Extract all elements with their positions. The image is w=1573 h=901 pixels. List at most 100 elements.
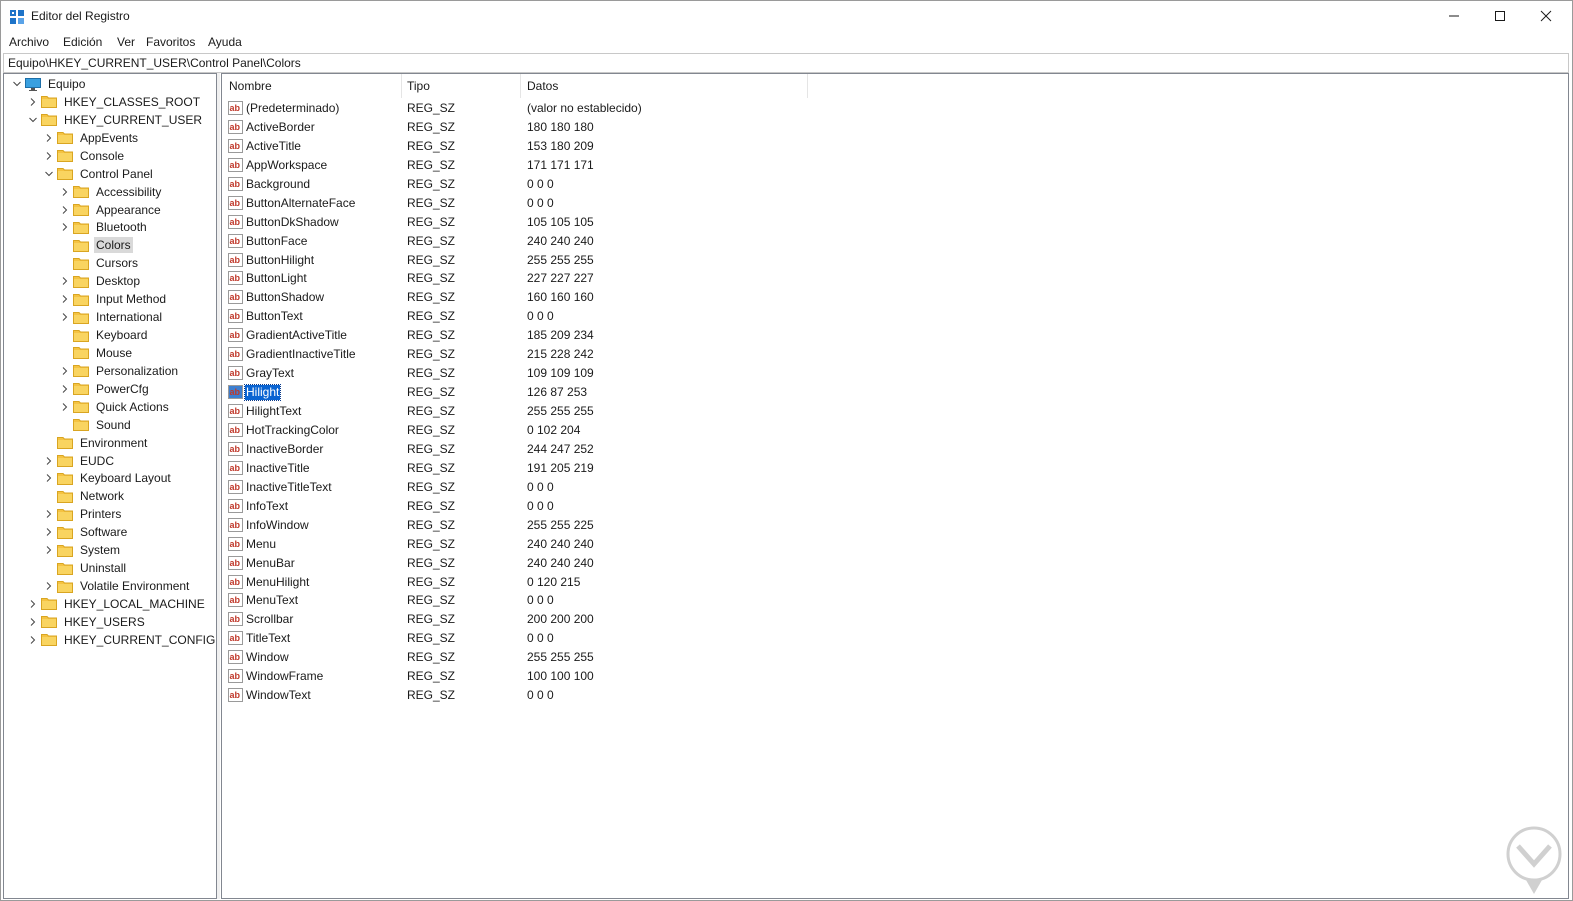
tree-item-colors[interactable]: Colors bbox=[60, 236, 133, 254]
tree-expander[interactable] bbox=[44, 541, 54, 559]
column-divider[interactable] bbox=[520, 74, 521, 98]
tree-item-sound[interactable]: Sound bbox=[60, 416, 133, 434]
maximize-button[interactable] bbox=[1477, 1, 1523, 31]
tree-item-bluetooth[interactable]: Bluetooth bbox=[60, 218, 149, 236]
tree-item-uninstall[interactable]: Uninstall bbox=[44, 559, 128, 577]
tree-expander[interactable] bbox=[60, 290, 70, 308]
tree-item-powercfg[interactable]: PowerCfg bbox=[60, 380, 151, 398]
tree-item-input-method[interactable]: Input Method bbox=[60, 290, 168, 308]
tree-item-hkey-users[interactable]: HKEY_USERS bbox=[28, 613, 147, 631]
tree-item-equipo[interactable]: Equipo bbox=[12, 75, 87, 93]
value-row[interactable]: ab MenuBar REG_SZ 240 240 240 bbox=[222, 554, 1022, 573]
menu-ver[interactable]: Ver bbox=[117, 35, 135, 49]
address-bar[interactable]: Equipo\HKEY_CURRENT_USER\Control Panel\C… bbox=[3, 53, 1569, 73]
tree-expander[interactable] bbox=[60, 380, 70, 398]
value-row[interactable]: ab InactiveBorder REG_SZ 244 247 252 bbox=[222, 440, 1022, 459]
value-row[interactable]: ab (Predeterminado) REG_SZ (valor no establ… bbox=[222, 99, 1022, 118]
value-row[interactable]: ab AppWorkspace REG_SZ 171 171 171 bbox=[222, 156, 1022, 175]
column-divider[interactable] bbox=[807, 74, 808, 98]
tree-expander[interactable] bbox=[28, 631, 38, 649]
tree-item-international[interactable]: International bbox=[60, 308, 164, 326]
value-row[interactable]: ab ButtonShadow REG_SZ 160 160 160 bbox=[222, 288, 1022, 307]
tree-item-mouse[interactable]: Mouse bbox=[60, 344, 134, 362]
tree-expander[interactable] bbox=[44, 469, 54, 487]
menu-archivo[interactable]: Archivo bbox=[9, 35, 49, 49]
value-row[interactable]: ab Background REG_SZ 0 0 0 bbox=[222, 175, 1022, 194]
tree-expander[interactable] bbox=[28, 111, 38, 129]
tree-expander[interactable] bbox=[28, 595, 38, 613]
value-row[interactable]: ab GrayText REG_SZ 109 109 109 bbox=[222, 364, 1022, 383]
tree-expander[interactable] bbox=[60, 201, 70, 219]
tree-expander[interactable] bbox=[60, 183, 70, 201]
tree-expander[interactable] bbox=[44, 165, 54, 183]
value-row[interactable]: ab MenuHilight REG_SZ 0 120 215 bbox=[222, 573, 1022, 592]
value-row[interactable]: ab InactiveTitleText REG_SZ 0 0 0 bbox=[222, 478, 1022, 497]
tree-expander[interactable] bbox=[60, 272, 70, 290]
minimize-button[interactable] bbox=[1431, 1, 1477, 31]
tree-item-control-panel[interactable]: Control Panel bbox=[44, 165, 155, 183]
tree-item-volatile-environment[interactable]: Volatile Environment bbox=[44, 577, 191, 595]
value-row[interactable]: ab ButtonLight REG_SZ 227 227 227 bbox=[222, 269, 1022, 288]
tree-expander[interactable] bbox=[60, 308, 70, 326]
tree-item-system[interactable]: System bbox=[44, 541, 122, 559]
value-row[interactable]: ab InactiveTitle REG_SZ 191 205 219 bbox=[222, 459, 1022, 478]
value-row[interactable]: ab ButtonDkShadow REG_SZ 105 105 105 bbox=[222, 213, 1022, 232]
value-row[interactable]: ab HotTrackingColor REG_SZ 0 102 204 bbox=[222, 421, 1022, 440]
values-list-pane[interactable]: Nombre Tipo Datos ab (Predeterminado) REG_… bbox=[221, 73, 1569, 899]
value-row[interactable]: ab ActiveBorder REG_SZ 180 180 180 bbox=[222, 118, 1022, 137]
tree-item-hkey-current-user[interactable]: HKEY_CURRENT_USER bbox=[28, 111, 204, 129]
value-row[interactable]: ab ButtonHilight REG_SZ 255 255 255 bbox=[222, 251, 1022, 270]
tree-item-printers[interactable]: Printers bbox=[44, 505, 123, 523]
value-row[interactable]: ab ButtonFace REG_SZ 240 240 240 bbox=[222, 232, 1022, 251]
column-header-type[interactable]: Tipo bbox=[407, 74, 430, 98]
value-row[interactable]: ab GradientActiveTitle REG_SZ 185 209 234 bbox=[222, 326, 1022, 345]
title-bar[interactable]: Editor del Registro bbox=[1, 1, 1572, 32]
value-row[interactable]: ab MenuText REG_SZ 0 0 0 bbox=[222, 591, 1022, 610]
tree-expander[interactable] bbox=[28, 613, 38, 631]
tree-item-hkey-classes-root[interactable]: HKEY_CLASSES_ROOT bbox=[28, 93, 202, 111]
column-header-data[interactable]: Datos bbox=[527, 74, 558, 98]
tree-item-software[interactable]: Software bbox=[44, 523, 129, 541]
tree-expander[interactable] bbox=[44, 129, 54, 147]
tree-item-quick-actions[interactable]: Quick Actions bbox=[60, 398, 171, 416]
value-row[interactable]: ab Hilight REG_SZ 126 87 253 bbox=[222, 383, 1022, 402]
tree-item-accessibility[interactable]: Accessibility bbox=[60, 183, 163, 201]
tree-expander[interactable] bbox=[28, 93, 38, 111]
tree-item-eudc[interactable]: EUDC bbox=[44, 452, 116, 470]
value-row[interactable]: ab Scrollbar REG_SZ 200 200 200 bbox=[222, 610, 1022, 629]
value-row[interactable]: ab ButtonText REG_SZ 0 0 0 bbox=[222, 307, 1022, 326]
value-row[interactable]: ab ActiveTitle REG_SZ 153 180 209 bbox=[222, 137, 1022, 156]
tree-expander[interactable] bbox=[44, 505, 54, 523]
tree-item-keyboard[interactable]: Keyboard bbox=[60, 326, 149, 344]
value-row[interactable]: ab ButtonAlternateFace REG_SZ 0 0 0 bbox=[222, 194, 1022, 213]
value-row[interactable]: ab Window REG_SZ 255 255 255 bbox=[222, 648, 1022, 667]
tree-item-desktop[interactable]: Desktop bbox=[60, 272, 142, 290]
tree-item-appearance[interactable]: Appearance bbox=[60, 201, 163, 219]
tree-expander[interactable] bbox=[12, 75, 22, 93]
tree-item-environment[interactable]: Environment bbox=[44, 434, 149, 452]
pane-splitter[interactable] bbox=[217, 73, 220, 899]
tree-item-cursors[interactable]: Cursors bbox=[60, 254, 140, 272]
tree-expander[interactable] bbox=[44, 452, 54, 470]
tree-item-hkey-local-machine[interactable]: HKEY_LOCAL_MACHINE bbox=[28, 595, 207, 613]
value-row[interactable]: ab InfoWindow REG_SZ 255 255 225 bbox=[222, 516, 1022, 535]
tree-item-network[interactable]: Network bbox=[44, 487, 126, 505]
menu-edicion[interactable]: Edición bbox=[63, 35, 102, 49]
tree-expander[interactable] bbox=[44, 577, 54, 595]
tree-expander[interactable] bbox=[60, 362, 70, 380]
column-header-name[interactable]: Nombre bbox=[229, 74, 272, 98]
value-row[interactable]: ab Menu REG_SZ 240 240 240 bbox=[222, 535, 1022, 554]
tree-expander[interactable] bbox=[60, 218, 70, 236]
tree-expander[interactable] bbox=[60, 398, 70, 416]
value-row[interactable]: ab WindowFrame REG_SZ 100 100 100 bbox=[222, 667, 1022, 686]
value-row[interactable]: ab InfoText REG_SZ 0 0 0 bbox=[222, 497, 1022, 516]
close-button[interactable] bbox=[1523, 1, 1569, 31]
value-row[interactable]: ab TitleText REG_SZ 0 0 0 bbox=[222, 629, 1022, 648]
tree-expander[interactable] bbox=[44, 147, 54, 165]
value-row[interactable]: ab WindowText REG_SZ 0 0 0 bbox=[222, 686, 1022, 705]
address-path[interactable]: Equipo\HKEY_CURRENT_USER\Control Panel\C… bbox=[8, 56, 301, 70]
menu-ayuda[interactable]: Ayuda bbox=[208, 35, 242, 49]
tree-item-hkey-current-config[interactable]: HKEY_CURRENT_CONFIG bbox=[28, 631, 216, 649]
tree-expander[interactable] bbox=[44, 523, 54, 541]
value-row[interactable]: ab GradientInactiveTitle REG_SZ 215 228 242 bbox=[222, 345, 1022, 364]
